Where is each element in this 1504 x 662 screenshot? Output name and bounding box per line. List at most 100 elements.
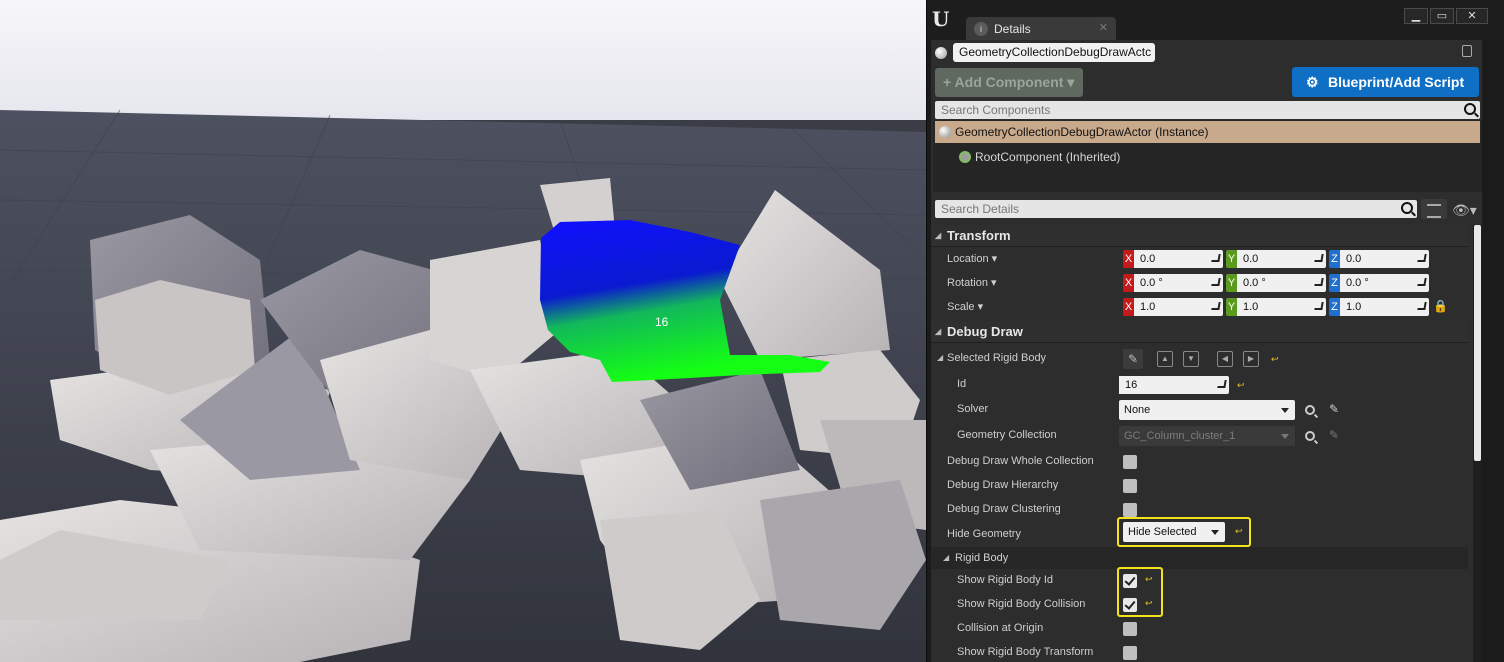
window-titlebar[interactable]: U i Details ✕ ▁ ▭ ✕ xyxy=(927,0,1504,41)
details-body: GeometryCollectionDebugDrawActc + Add Co… xyxy=(931,40,1482,662)
axis-x-label: X xyxy=(1123,250,1134,268)
row-geometry-collection: Geometry Collection GC_Column_cluster_1 … xyxy=(931,424,1468,448)
search-details-input[interactable]: Search Details xyxy=(935,200,1417,218)
show-id-checkbox[interactable] xyxy=(1123,574,1137,588)
id-value[interactable]: 16 xyxy=(1119,376,1229,394)
scale-label[interactable]: Scale ▾ xyxy=(947,300,983,313)
minimize-button[interactable]: ▁ xyxy=(1404,8,1428,24)
reset-default-icon[interactable]: ↩ xyxy=(1237,381,1245,390)
section-debug-draw[interactable]: ◢ Debug Draw xyxy=(931,321,1468,343)
scale-lock-icon[interactable]: 🔒 xyxy=(1433,299,1448,313)
component-actor-instance[interactable]: GeometryCollectionDebugDrawActor (Instan… xyxy=(935,121,1480,143)
scale-z-value[interactable]: 1.0 xyxy=(1340,298,1429,316)
expand-triangle-icon[interactable]: ◢ xyxy=(937,353,943,362)
tab-label: Details xyxy=(994,22,1031,36)
actor-sphere-icon xyxy=(939,126,951,138)
scale-y-field[interactable]: Y 1.0 xyxy=(1226,298,1326,316)
geometry-collection-dropdown: GC_Column_cluster_1 xyxy=(1119,426,1295,446)
row-solver: Solver None ✎ xyxy=(931,398,1468,422)
chevron-down-icon xyxy=(1211,530,1219,535)
whole-collection-checkbox[interactable] xyxy=(1123,455,1137,469)
row-scale: Scale ▾ X 1.0 Y 1.0 Z 1.0 🔒 xyxy=(931,295,1468,319)
axis-y-label: Y xyxy=(1226,250,1237,268)
select-parent-icon[interactable]: ▲ xyxy=(1157,351,1173,367)
show-id-label: Show Rigid Body Id xyxy=(957,574,1053,586)
rotation-y-value[interactable]: 0.0 ° xyxy=(1237,274,1326,292)
geometry-collection-value: GC_Column_cluster_1 xyxy=(1124,430,1236,442)
pick-body-eyedropper-button[interactable]: ✎ xyxy=(1123,349,1143,369)
hide-geometry-label: Hide Geometry xyxy=(947,528,1021,540)
row-show-rigid-body-transform: Show Rigid Body Transform xyxy=(931,641,1468,662)
component-root-inherited[interactable]: RootComponent (Inherited) xyxy=(935,146,1480,168)
scrollbar-thumb[interactable] xyxy=(1474,225,1481,461)
info-icon: i xyxy=(974,22,988,36)
axis-x-label: X xyxy=(1123,298,1134,316)
scale-z-field[interactable]: Z 1.0 xyxy=(1329,298,1429,316)
view-options-eye-icon[interactable]: 👁▾ xyxy=(1452,202,1478,218)
rotation-z-value[interactable]: 0.0 ° xyxy=(1340,274,1429,292)
collapse-triangle-icon: ◢ xyxy=(943,553,950,562)
subsection-rigid-body[interactable]: ◢ Rigid Body xyxy=(931,547,1468,569)
search-components-input[interactable]: Search Components xyxy=(935,101,1480,119)
section-transform[interactable]: ◢ Transform xyxy=(931,225,1468,247)
scale-x-field[interactable]: X 1.0 xyxy=(1123,298,1223,316)
add-component-button[interactable]: + Add Component ▾ xyxy=(935,68,1083,97)
selected-rigid-body-label: Selected Rigid Body xyxy=(947,352,1047,364)
details-scrollbar[interactable] xyxy=(1473,225,1482,662)
location-z-value[interactable]: 0.0 xyxy=(1340,250,1429,268)
eyedropper-icon[interactable]: ✎ xyxy=(1329,402,1339,416)
row-collision-at-origin: Collision at Origin xyxy=(931,617,1468,641)
hierarchy-checkbox[interactable] xyxy=(1123,479,1137,493)
blueprint-gear-icon: ⚙ xyxy=(1306,74,1319,90)
location-y-value[interactable]: 0.0 xyxy=(1237,250,1326,268)
browse-asset-icon[interactable] xyxy=(1305,431,1315,441)
section-title: Transform xyxy=(947,228,1011,243)
whole-collection-label: Debug Draw Whole Collection xyxy=(947,455,1094,467)
reset-default-icon[interactable]: ↩ xyxy=(1271,355,1279,364)
rotation-z-field[interactable]: Z 0.0 ° xyxy=(1329,274,1429,292)
location-label[interactable]: Location ▾ xyxy=(947,252,997,265)
id-field[interactable]: 16 xyxy=(1119,376,1229,394)
solver-dropdown[interactable]: None xyxy=(1119,400,1295,420)
maximize-button[interactable]: ▭ xyxy=(1430,8,1454,24)
rotation-label[interactable]: Rotation ▾ xyxy=(947,276,997,289)
location-x-field[interactable]: X 0.0 xyxy=(1123,250,1223,268)
show-collision-label: Show Rigid Body Collision xyxy=(957,598,1086,610)
collision-origin-label: Collision at Origin xyxy=(957,622,1044,634)
reset-default-icon[interactable]: ↩ xyxy=(1145,575,1153,584)
hide-geometry-dropdown[interactable]: Hide Selected xyxy=(1123,522,1225,542)
actor-name-field[interactable]: GeometryCollectionDebugDrawActc xyxy=(953,43,1155,62)
select-previous-icon[interactable]: ◀ xyxy=(1217,351,1233,367)
scale-y-value[interactable]: 1.0 xyxy=(1237,298,1326,316)
location-y-field[interactable]: Y 0.0 xyxy=(1226,250,1326,268)
component-label: GeometryCollectionDebugDrawActor (Instan… xyxy=(955,125,1209,139)
blueprint-add-script-button[interactable]: ⚙ Blueprint/Add Script xyxy=(1292,67,1479,97)
clustering-checkbox[interactable] xyxy=(1123,503,1137,517)
reset-default-icon[interactable]: ↩ xyxy=(1235,527,1243,536)
browse-asset-icon[interactable] xyxy=(1305,405,1315,415)
axis-x-label: X xyxy=(1123,274,1134,292)
property-matrix-button[interactable] xyxy=(1421,199,1447,219)
collision-origin-checkbox[interactable] xyxy=(1123,622,1137,636)
selected-body-id-label: 16 xyxy=(655,315,669,329)
scale-x-value[interactable]: 1.0 xyxy=(1134,298,1223,316)
solver-label: Solver xyxy=(957,403,989,415)
select-child-icon[interactable]: ▼ xyxy=(1183,351,1199,367)
reset-default-icon[interactable]: ↩ xyxy=(1145,599,1153,608)
level-viewport[interactable]: 16 xyxy=(0,0,926,662)
hierarchy-label: Debug Draw Hierarchy xyxy=(947,479,1059,491)
blueprint-button-label: Blueprint/Add Script xyxy=(1328,74,1465,90)
close-tab-icon[interactable]: ✕ xyxy=(1099,21,1108,34)
rotation-y-field[interactable]: Y 0.0 ° xyxy=(1226,274,1326,292)
row-id: Id 16 ↩ xyxy=(931,373,1468,397)
tab-details[interactable]: i Details ✕ xyxy=(966,17,1116,41)
location-z-field[interactable]: Z 0.0 xyxy=(1329,250,1429,268)
show-collision-checkbox[interactable] xyxy=(1123,598,1137,612)
rotation-x-value[interactable]: 0.0 ° xyxy=(1134,274,1223,292)
close-window-button[interactable]: ✕ xyxy=(1456,8,1488,24)
location-x-value[interactable]: 0.0 xyxy=(1134,250,1223,268)
select-next-icon[interactable]: ▶ xyxy=(1243,351,1259,367)
rotation-x-field[interactable]: X 0.0 ° xyxy=(1123,274,1223,292)
show-transform-checkbox[interactable] xyxy=(1123,646,1137,660)
lock-icon[interactable] xyxy=(1462,45,1472,57)
